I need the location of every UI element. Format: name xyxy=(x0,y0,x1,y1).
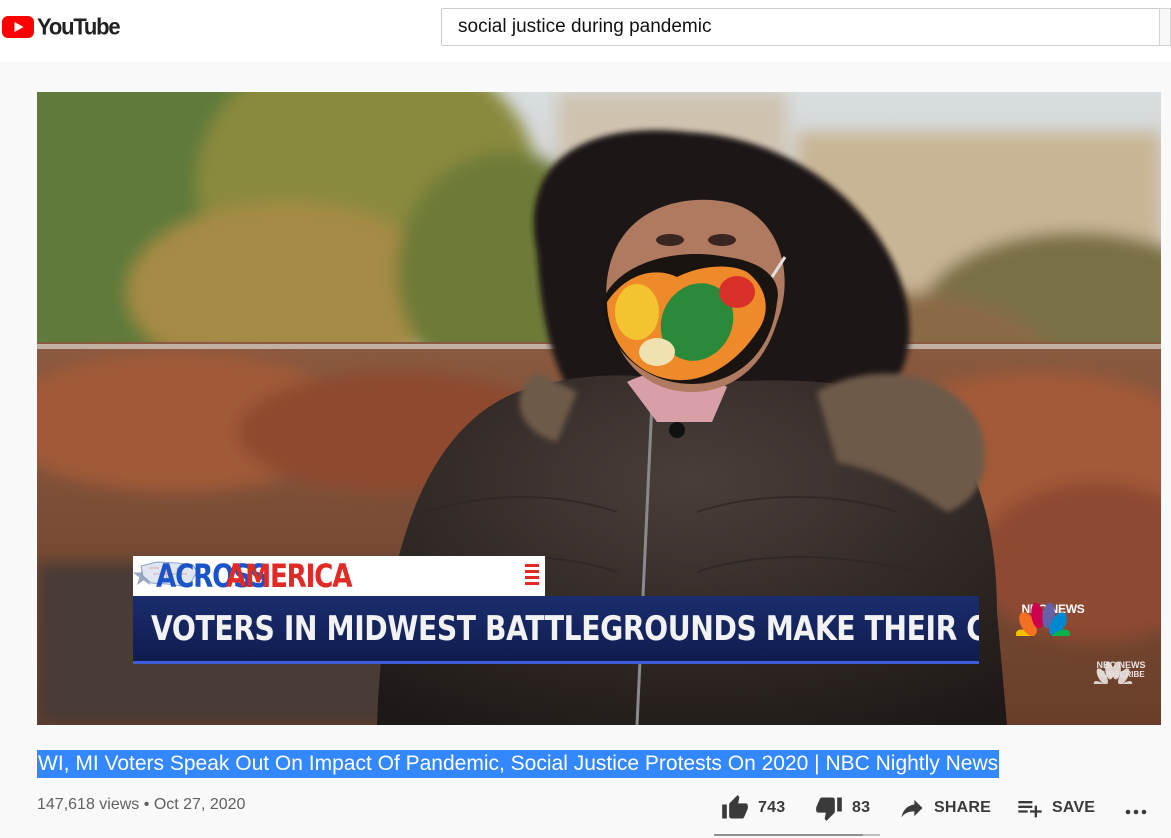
share-arrow-icon xyxy=(901,799,923,818)
view-count: 147,618 views xyxy=(37,796,140,813)
playlist-add-icon xyxy=(1018,801,1042,818)
video-title: WI, MI Voters Speak Out On Impact Of Pan… xyxy=(37,750,1000,778)
meta-separator: • xyxy=(143,796,150,813)
upload-date: Oct 27, 2020 xyxy=(153,796,246,813)
nbc-network-bug: NBC NEWS xyxy=(1013,600,1093,636)
video-player[interactable]: ★ ACROSS AMERICA VOTERS IN MIDWEST BATTL… xyxy=(37,92,1161,725)
thumbs-up-icon xyxy=(722,795,748,819)
save-button[interactable]: SAVE xyxy=(1016,790,1095,826)
like-count: 743 xyxy=(758,799,786,816)
sentiment-bar-fill xyxy=(714,834,864,836)
share-label: SHARE xyxy=(934,799,992,816)
thumbs-down-icon xyxy=(816,797,842,821)
youtube-logo[interactable]: YouTube xyxy=(2,13,121,40)
search-box[interactable] xyxy=(441,8,1161,46)
lower-third-headline: VOTERS IN MIDWEST BATTLEGROUNDS MAKE THE… xyxy=(133,596,979,664)
peacock-outline-icon xyxy=(1093,661,1133,684)
youtube-logo-icon xyxy=(2,16,34,38)
share-button[interactable]: SHARE xyxy=(898,790,991,826)
video-meta: 147,618 views • Oct 27, 2020 xyxy=(37,796,245,814)
lower-third-kicker: ★ ACROSS AMERICA xyxy=(133,556,545,596)
logo-wordmark: YouTube xyxy=(37,13,121,40)
more-horizontal-icon xyxy=(1125,809,1147,815)
kicker-america: AMERICA xyxy=(225,557,352,595)
flag-stripes xyxy=(525,564,539,588)
subscribe-bug[interactable]: NBC NEWS SUBSCRIBE xyxy=(1093,660,1149,684)
dislike-button[interactable]: 83 xyxy=(814,790,870,826)
search-input[interactable] xyxy=(442,9,1161,45)
dislike-count: 83 xyxy=(852,799,871,816)
sentiment-bar xyxy=(714,834,880,836)
save-label: SAVE xyxy=(1052,799,1096,816)
search-button[interactable] xyxy=(1159,8,1171,46)
like-button[interactable]: 743 xyxy=(720,790,785,826)
headline-text: VOTERS IN MIDWEST BATTLEGROUNDS MAKE THE… xyxy=(151,608,979,649)
peacock-icon xyxy=(1015,602,1071,636)
top-bar: YouTube xyxy=(0,0,1171,62)
more-actions-button[interactable] xyxy=(1124,790,1150,826)
